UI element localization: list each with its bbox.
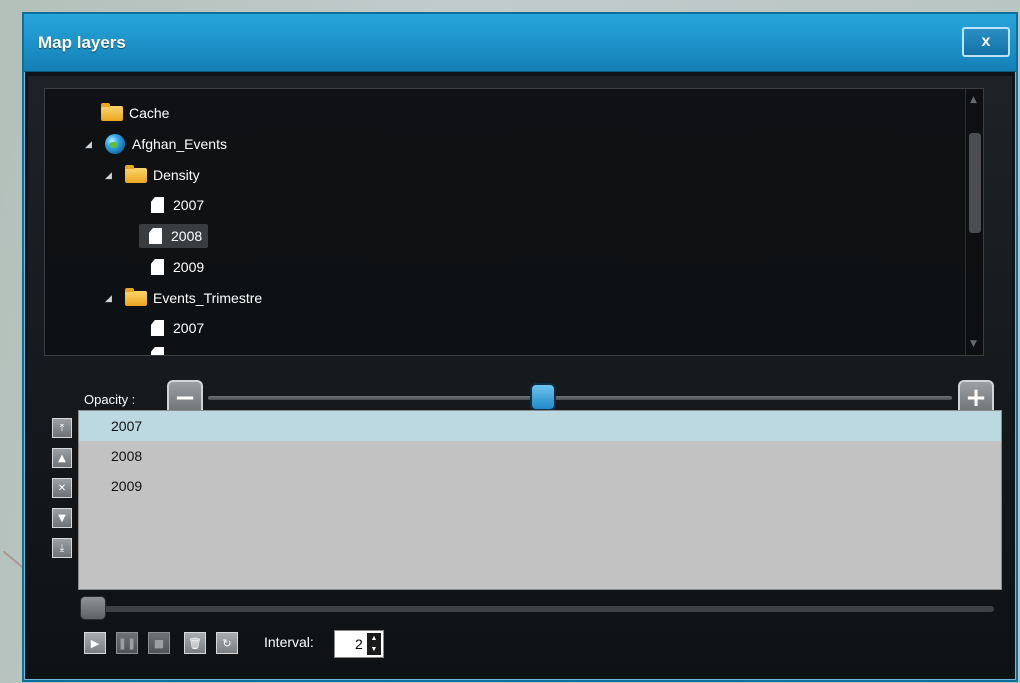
- window-title: Map layers: [38, 33, 126, 52]
- globe-icon: [105, 134, 125, 154]
- tree-item-label: Cache: [129, 105, 170, 121]
- opacity-slider-thumb[interactable]: [529, 383, 556, 411]
- opacity-slider-track[interactable]: [208, 396, 952, 400]
- tree-scrollbar[interactable]: ▲ ▼: [965, 89, 983, 355]
- window-body: Cache ◢ Afghan_Events ◢ Density 2007 200…: [28, 76, 1012, 676]
- tree-item-events-trimestre[interactable]: ◢ Events_Trimestre: [105, 286, 262, 310]
- document-icon: [151, 259, 164, 275]
- timeline-thumb[interactable]: [80, 596, 106, 620]
- expand-arrow-icon[interactable]: ◢: [85, 139, 95, 150]
- folder-icon: [125, 287, 147, 306]
- tree-item-label: 2007: [173, 320, 205, 336]
- tree-item-label: Events_Trimestre: [153, 290, 263, 306]
- tree-item-2009[interactable]: 2009: [151, 255, 204, 279]
- expand-arrow-icon[interactable]: ◢: [105, 293, 115, 304]
- interval-value[interactable]: 2: [355, 636, 363, 652]
- tree-item-label: 2008: [171, 228, 203, 244]
- time-layer-list: 2007 2008 2009: [78, 410, 1002, 590]
- interval-label: Interval:: [264, 634, 314, 650]
- tree-item-partial: [151, 343, 173, 355]
- remove-button[interactable]: ✕: [52, 478, 72, 498]
- close-button[interactable]: x: [962, 27, 1010, 57]
- play-button[interactable]: ▶: [84, 632, 106, 654]
- tree-item-2008[interactable]: 2008: [139, 224, 209, 248]
- move-bottom-button[interactable]: ⤓: [52, 538, 72, 558]
- tree-item-cache[interactable]: Cache: [101, 101, 169, 125]
- interval-stepper[interactable]: 2 ▲ ▼: [334, 630, 384, 658]
- tree-item-2007[interactable]: 2007: [151, 193, 204, 217]
- move-up-button[interactable]: ▲: [52, 448, 72, 468]
- folder-icon: [101, 102, 123, 121]
- opacity-label: Opacity :: [84, 392, 136, 407]
- map-layers-window: Map layers x Cache ◢ Afghan_Events ◢ Den…: [22, 12, 1018, 682]
- tree-item-density[interactable]: ◢ Density: [105, 163, 200, 187]
- tree-item-label: Afghan_Events: [132, 136, 227, 152]
- list-item[interactable]: 2008: [79, 441, 1001, 471]
- layer-tree: Cache ◢ Afghan_Events ◢ Density 2007 200…: [44, 88, 984, 356]
- document-icon: [151, 347, 164, 355]
- delete-icon[interactable]: 🗑: [184, 632, 206, 654]
- stepper-arrows-icon[interactable]: ▲ ▼: [367, 633, 381, 655]
- tree-item-2007[interactable]: 2007: [151, 316, 204, 340]
- tree-item-afghan-events[interactable]: ◢ Afghan_Events: [85, 132, 227, 156]
- document-icon: [151, 197, 164, 213]
- document-icon: [149, 228, 162, 244]
- expand-arrow-icon[interactable]: ◢: [105, 170, 115, 181]
- timeline-track[interactable]: [84, 606, 994, 612]
- list-item[interactable]: 2009: [79, 471, 1001, 501]
- title-bar[interactable]: Map layers x: [24, 14, 1016, 72]
- move-down-button[interactable]: ▼: [52, 508, 72, 528]
- refresh-icon[interactable]: ↻: [216, 632, 238, 654]
- move-top-button[interactable]: ⤒: [52, 418, 72, 438]
- tree-item-label: 2009: [173, 259, 205, 275]
- folder-icon: [125, 164, 147, 183]
- document-icon: [151, 320, 164, 336]
- tree-item-label: Density: [153, 167, 200, 183]
- pause-button[interactable]: ❚❚: [116, 632, 138, 654]
- scroll-thumb[interactable]: [969, 133, 981, 233]
- tree-item-label: 2007: [173, 197, 205, 213]
- list-item[interactable]: 2007: [79, 411, 1001, 441]
- scroll-down-icon[interactable]: ▼: [970, 339, 977, 349]
- scroll-up-icon[interactable]: ▲: [970, 95, 977, 105]
- stop-button[interactable]: ■: [148, 632, 170, 654]
